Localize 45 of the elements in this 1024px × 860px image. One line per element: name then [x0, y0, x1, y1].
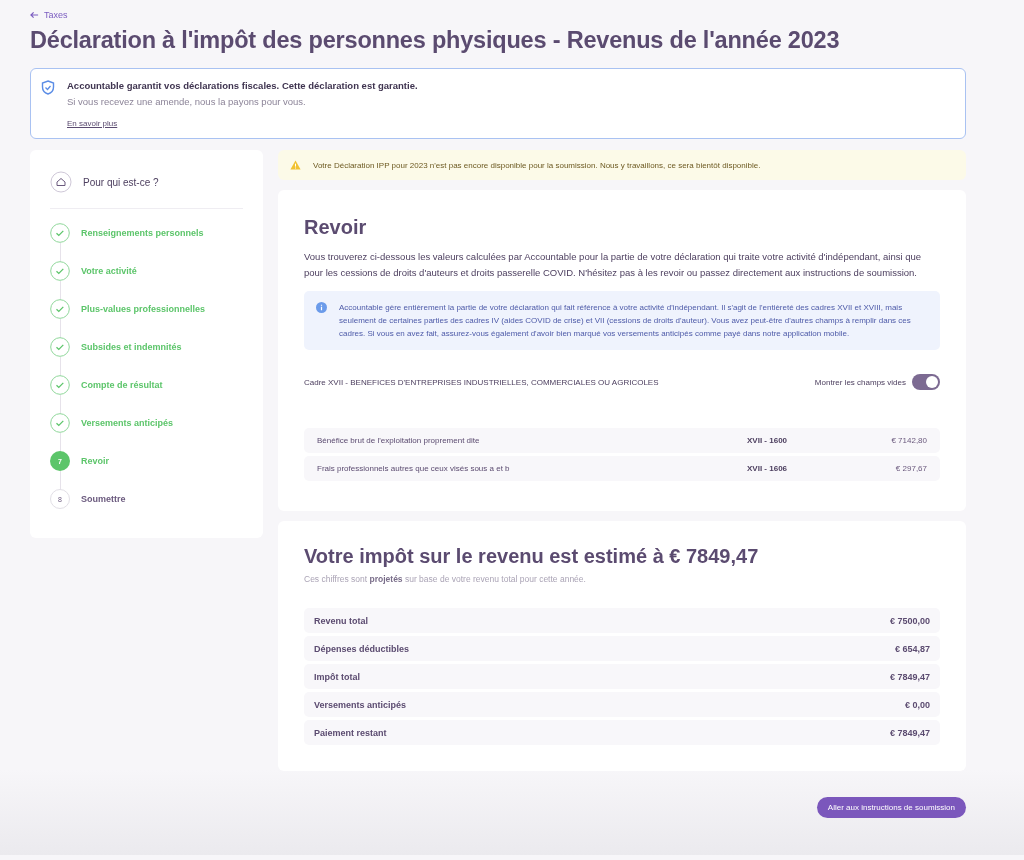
- summary-label: Paiement restant: [314, 727, 387, 738]
- summary-amount: € 7500,00: [889, 615, 930, 626]
- field-label: Frais professionnels autres que ceux visés sous a et b: [317, 464, 511, 473]
- home-icon: [50, 171, 72, 193]
- field-amount: € 7142,80: [890, 436, 927, 445]
- review-heading: Revoir: [304, 216, 368, 239]
- field-amount: € 297,67: [894, 464, 927, 473]
- section-title: Cadre XVII - BENEFICES D'ENTREPRISES INDUSTRIELLES, COMMERCIALES OU AGRICOLES: [304, 377, 659, 387]
- step-link[interactable]: Compte de résultat: [81, 380, 163, 390]
- step-link[interactable]: Versements anticipés: [81, 418, 174, 428]
- submit-button[interactable]: Aller aux instructions de soumission: [816, 797, 966, 818]
- summary-label: Versements anticipés: [314, 699, 407, 710]
- info-icon: [316, 302, 327, 313]
- field-label: Bénéfice brut de l'exploitation proprement dite: [317, 436, 481, 445]
- toggle-switch[interactable]: [912, 374, 940, 390]
- estimate-subtitle: Ces chiffres sont projetés sur base de votre revenu total pour cette année.: [304, 574, 587, 584]
- learn-more-link[interactable]: En savoir plus: [67, 119, 118, 128]
- warning-text: Votre Déclaration IPP pour 2023 n'est pas encore disponible pour la soumission. Nous y travaillons, ce sera bientôt disponible.: [313, 160, 761, 170]
- arrow-left-icon: [30, 11, 39, 19]
- step-link[interactable]: Plus-values professionnelles: [81, 304, 206, 314]
- review-intro: Vous trouverez ci-dessous les valeurs calculées par Accountable pour la partie de votre déclaration qui traite votre activité d'indépendant, ainsi que pour les cessions de droits d'auteurs et droits passerelle COVID. N'hésitez pas à les revoir ou passez directement aux instructions de soumission.: [304, 250, 923, 280]
- estimate-heading: Votre impôt sur le revenu est estimé à € 7849,47: [304, 545, 760, 568]
- step-link[interactable]: Revoir: [81, 456, 109, 466]
- step-link[interactable]: Subsides et indemnités: [81, 342, 182, 352]
- shield-check-icon: [41, 80, 55, 95]
- summary-amount: € 654,87: [894, 643, 930, 654]
- summary-amount: € 7849,47: [889, 727, 930, 738]
- info-text: Accountable gère entièrement la partie de votre déclaration qui fait référence à votre activité d'indépendant. Il s'agit de l'entièreté des cadres XVII et XVIII, mais seulement de certaines parties des cadres IV (aides COVID de crise) et VII (cessions de droits d'auteur). Vous avez peut-être d'autres champs à remplir dans ces cadres. Si vous en avez fait, assurez-vous également d'avoir bien marqué vos versements anticipés comme payé dans notre application mobile.: [339, 302, 912, 340]
- guarantee-heading: Accountable garantit vos déclarations fiscales. Cette déclaration est garantie.: [67, 80, 418, 91]
- summary-amount: € 7849,47: [889, 671, 930, 682]
- toggle-label: Montrer les champs vides: [814, 377, 906, 387]
- page-title: Déclaration à l'impôt des personnes physiques - Revenus de l'année 2023: [30, 27, 841, 54]
- field-code: XVII - 1606: [747, 464, 789, 473]
- step-link[interactable]: Pour qui est-ce ?: [83, 176, 159, 188]
- summary-label: Dépenses déductibles: [314, 643, 410, 654]
- summary-amount: € 0,00: [904, 699, 930, 710]
- step-link[interactable]: Renseignements personnels: [81, 228, 204, 238]
- summary-label: Revenu total: [314, 615, 368, 626]
- field-code: XVII - 1600: [747, 436, 789, 445]
- step-link[interactable]: Votre activité: [81, 266, 137, 276]
- warning-icon: [290, 160, 301, 170]
- summary-label: Impôt total: [314, 671, 360, 682]
- step-link[interactable]: Soumettre: [81, 494, 126, 504]
- back-link[interactable]: Taxes: [30, 10, 68, 20]
- guarantee-text: Si vous recevez une amende, nous la payons pour vous.: [67, 96, 307, 107]
